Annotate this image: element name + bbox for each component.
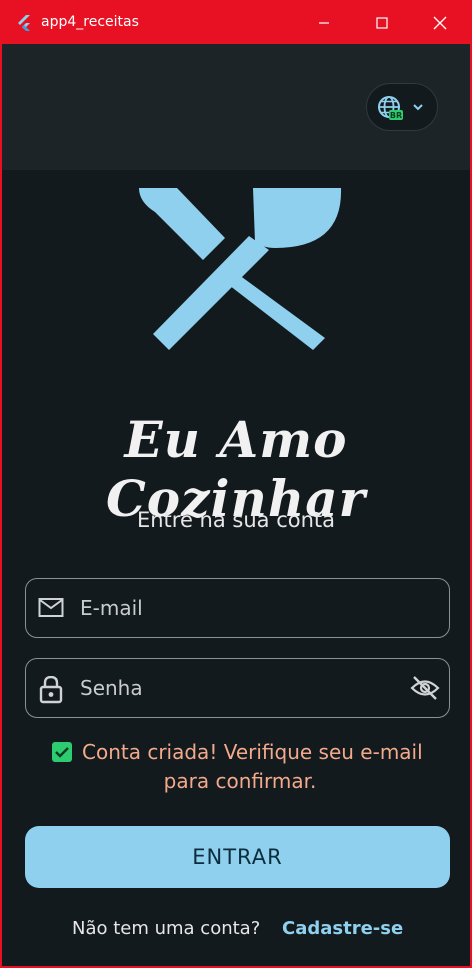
email-field[interactable]: E-mail [25, 578, 450, 638]
maximize-icon [376, 17, 388, 29]
minimize-button[interactable] [296, 2, 352, 44]
success-checkbox[interactable] [52, 742, 72, 762]
close-icon [433, 16, 447, 30]
window-title: app4_receitas [41, 14, 139, 30]
close-button[interactable] [412, 2, 468, 44]
lock-icon [39, 676, 63, 704]
maximize-button[interactable] [354, 2, 410, 44]
page-subtitle: Entre na sua conta [136, 508, 336, 532]
minimize-icon [319, 22, 329, 24]
signup-link[interactable]: Cadastre-se [282, 918, 403, 939]
email-placeholder: E-mail [80, 596, 143, 620]
password-placeholder: Senha [80, 676, 143, 700]
fork-spoon-crossed-icon [139, 188, 342, 350]
signup-question: Não tem uma conta? [72, 918, 261, 939]
title-bar: app4_receitas [2, 2, 470, 44]
language-selector-button[interactable]: BR [366, 83, 438, 131]
password-field[interactable]: Senha [25, 658, 450, 718]
chevron-down-icon [413, 104, 423, 111]
eye-off-icon[interactable] [410, 675, 440, 701]
language-badge: BR [390, 111, 402, 120]
notice-line-1: Conta criada! Verifique seu e-mail [82, 740, 423, 764]
login-button[interactable]: ENTRAR [25, 826, 450, 888]
app-bar: BR [2, 44, 470, 170]
mail-icon [38, 598, 64, 617]
login-screen: Eu Amo Cozinhar Entre na sua conta E-mai… [2, 170, 470, 966]
notice-line-2: para confirmar. [163, 769, 317, 793]
flutter-logo-icon [18, 15, 30, 31]
app-window: app4_receitas BR Eu Amo Cozinhar Entre n… [0, 0, 472, 968]
check-icon [55, 747, 69, 758]
globe-icon: BR [378, 96, 403, 120]
